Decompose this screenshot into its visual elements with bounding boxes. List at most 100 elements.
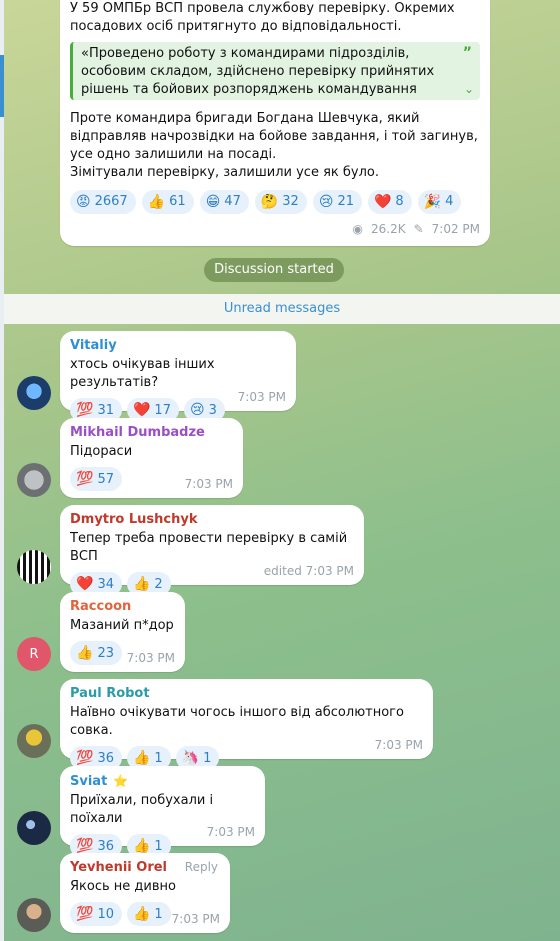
- comment-text: Приїхали, побухали і поїхали: [70, 793, 214, 826]
- reply-button[interactable]: Reply: [185, 860, 218, 874]
- comment-author[interactable]: Dmytro Lushchyk: [70, 511, 354, 529]
- reaction-count: 1: [154, 750, 163, 766]
- reaction-emoji: 🤔: [260, 194, 279, 210]
- reaction-count: 36: [97, 750, 114, 766]
- reaction-chip[interactable]: 🤔 32: [254, 190, 307, 214]
- avatar[interactable]: [17, 898, 51, 932]
- reaction-emoji: 👍: [132, 906, 151, 922]
- reaction-emoji: 👍: [147, 194, 166, 210]
- comment-text: Наївно очікувати чогось іншого від абсол…: [70, 705, 404, 738]
- reaction-emoji: 💯: [76, 402, 94, 418]
- reaction-count: 1: [203, 750, 212, 766]
- reaction-count: 36: [97, 838, 114, 854]
- rail-marker: [0, 55, 4, 117]
- comment-text: хтось очікував інших результатів?: [70, 357, 215, 390]
- reaction-count: 1: [154, 838, 163, 854]
- reaction-count: 4: [445, 194, 454, 209]
- avatar[interactable]: R: [17, 637, 51, 671]
- comment-author[interactable]: Mikhail Dumbadze: [70, 424, 233, 442]
- comment-time: 7:03 PM: [237, 390, 286, 404]
- reaction-count: 10: [97, 906, 114, 922]
- comment-author[interactable]: Sviat ⭐: [70, 772, 255, 791]
- reaction-chip[interactable]: 💯 57: [70, 467, 122, 491]
- left-rail: [0, 0, 4, 941]
- avatar[interactable]: [17, 811, 51, 845]
- reaction-count: 34: [97, 576, 114, 592]
- reaction-count: 23: [97, 645, 114, 661]
- reaction-emoji: 😢: [189, 402, 205, 418]
- reaction-emoji: 💯: [76, 838, 94, 854]
- comment-text: Підораси: [70, 444, 133, 459]
- reaction-count: 31: [97, 402, 114, 418]
- reaction-emoji: ❤️: [76, 576, 94, 592]
- post-paragraph-2: Проте командира бригади Богдана Шевчука,…: [70, 111, 478, 162]
- reaction-emoji: 😡: [76, 194, 91, 210]
- comment-text: Мазаний п*дор: [70, 618, 174, 633]
- comment-bubble: Paul Robot Наївно очікувати чогось іншого…: [60, 679, 433, 770]
- quote-text: «Проведено роботу з командирами підрозді…: [81, 46, 435, 97]
- avatar[interactable]: [17, 463, 51, 497]
- reaction-count: 17: [154, 402, 171, 418]
- comment-time: 7:03 PM: [171, 912, 220, 926]
- comment-text: Тепер треба провести перевірку в самій В…: [70, 531, 348, 564]
- reaction-count: 2667: [94, 194, 128, 209]
- channel-post: У 59 ОМПБр ВСП провела службову перевірк…: [60, 0, 490, 246]
- comment-time: edited 7:03 PM: [263, 564, 354, 578]
- comment-author[interactable]: Vitaliy: [70, 337, 286, 355]
- reaction-emoji: ❤️: [132, 402, 151, 418]
- reaction-emoji: 🎉: [423, 194, 442, 210]
- reaction-chip[interactable]: 👍 1: [126, 902, 171, 926]
- quote-mark-icon: ”: [462, 45, 472, 61]
- avatar[interactable]: [17, 376, 51, 410]
- author-name: Sviat: [70, 774, 108, 789]
- reaction-emoji: 💯: [76, 750, 94, 766]
- reaction-count: 3: [208, 402, 217, 418]
- author-name: Vitaliy: [70, 338, 117, 353]
- comment-time: 7:03 PM: [126, 651, 175, 665]
- reaction-chip[interactable]: 🎉 4: [417, 190, 462, 214]
- reaction-count: 32: [282, 194, 299, 209]
- post-meta: ◉ 26.2K ✎ 7:02 PM: [353, 220, 481, 238]
- reaction-chip[interactable]: ❤️ 8: [367, 190, 412, 214]
- comment-time: 7:03 PM: [184, 477, 233, 491]
- post-time: 7:02 PM: [431, 222, 480, 236]
- comment-author[interactable]: Paul Robot: [70, 685, 423, 703]
- reaction-emoji: 🦄: [181, 750, 200, 766]
- reaction-chip[interactable]: 👍 23: [70, 641, 122, 665]
- post-line-1: У 59 ОМПБр ВСП провела службову перевірк…: [70, 1, 455, 16]
- reaction-chip[interactable]: 😢 21: [312, 190, 362, 214]
- reaction-chip[interactable]: 💯 10: [70, 902, 122, 926]
- reaction-emoji: 💯: [76, 471, 94, 487]
- author-name: Yevhenii Orel: [70, 860, 168, 875]
- avatar[interactable]: [17, 550, 51, 584]
- comment-author[interactable]: Raccoon: [70, 598, 175, 616]
- reaction-chip[interactable]: 😡 2667: [70, 190, 136, 214]
- author-name: Dmytro Lushchyk: [70, 512, 198, 527]
- reaction-chip[interactable]: 😁 47: [199, 190, 249, 214]
- reaction-emoji: ❤️: [373, 194, 392, 210]
- post-reactions: 😡 2667 👍 61 😁 47 🤔 32 😢 21 ❤️ 8 🎉 4: [70, 190, 480, 214]
- reaction-emoji: 👍: [132, 576, 151, 592]
- reaction-emoji: 👍: [132, 750, 151, 766]
- author-name: Paul Robot: [70, 686, 150, 701]
- comment-bubble: Sviat ⭐ Приїхали, побухали і поїхали 💯 36 👍 1 7…: [60, 766, 265, 858]
- comment-text: Якось не дивно: [70, 879, 176, 894]
- reaction-count: 47: [224, 194, 241, 209]
- reaction-count: 1: [154, 906, 163, 922]
- post-paragraph-3: Зімітували перевірку, залишили усе як бу…: [70, 165, 379, 180]
- chevron-down-icon[interactable]: ⌄: [464, 80, 474, 98]
- reaction-count: 57: [97, 471, 114, 487]
- comment-time: 7:03 PM: [206, 825, 255, 839]
- post-quote[interactable]: «Проведено роботу з командирами підрозді…: [70, 42, 480, 100]
- reaction-emoji: 💯: [76, 906, 94, 922]
- avatar[interactable]: [17, 724, 51, 758]
- unread-messages-divider: Unread messages: [4, 294, 560, 324]
- reaction-count: 8: [395, 194, 404, 209]
- reaction-emoji: 😁: [205, 194, 221, 210]
- avatar-letter: R: [29, 646, 39, 662]
- reaction-chip[interactable]: 👍 61: [141, 190, 194, 214]
- discussion-started-badge: Discussion started: [204, 258, 344, 282]
- author-name: Mikhail Dumbadze: [70, 425, 205, 440]
- eye-icon: ◉: [352, 222, 363, 236]
- post-views: 26.2K: [370, 222, 406, 236]
